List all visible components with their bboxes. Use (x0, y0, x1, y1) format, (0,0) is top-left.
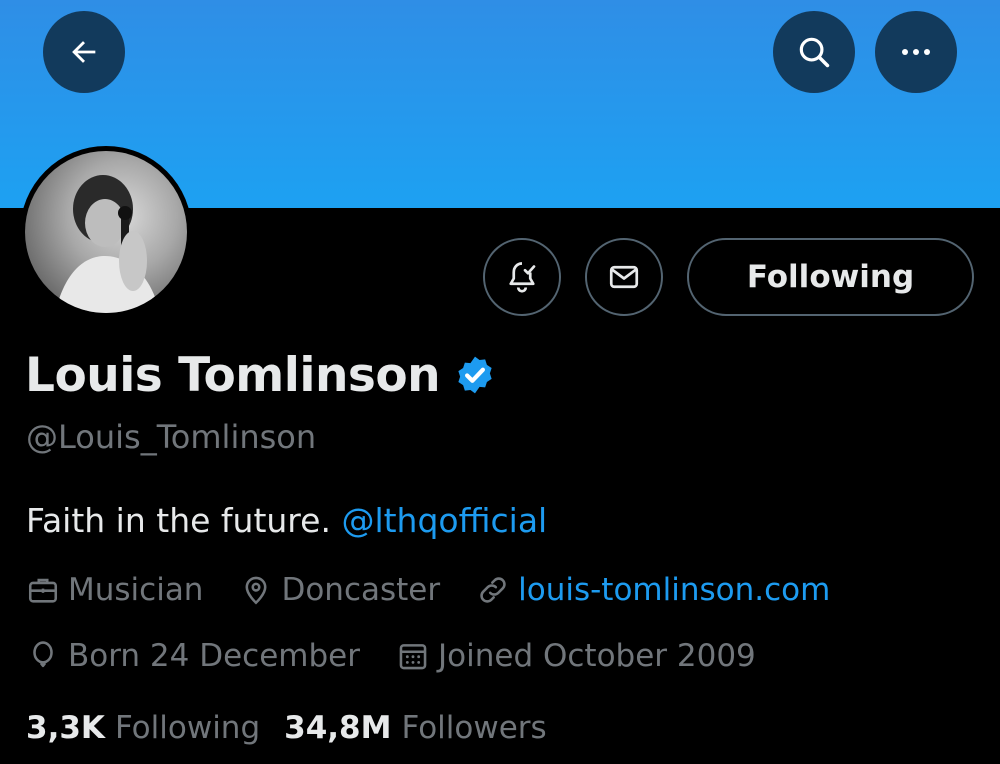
occupation-item: Musician (26, 572, 203, 608)
birthday-item: Born 24 December (26, 638, 360, 674)
location-pin-icon (245, 576, 267, 605)
calendar-icon (399, 644, 427, 670)
avatar-photo (25, 151, 187, 313)
message-button[interactable] (585, 238, 663, 316)
avatar-silhouette (55, 175, 160, 313)
verified-badge-icon[interactable] (454, 354, 496, 396)
avatar[interactable] (20, 146, 192, 318)
briefcase-icon (28, 578, 58, 603)
user-handle: @Louis_Tomlinson (26, 418, 317, 456)
website-link[interactable]: louis-tomlinson.com (518, 572, 830, 608)
balloon-icon (33, 641, 53, 668)
search-icon (799, 37, 830, 68)
name-row: Louis Tomlinson (25, 343, 496, 407)
link-icon (480, 577, 506, 603)
location-text: Doncaster (281, 572, 441, 608)
location-item: Doncaster (239, 572, 440, 608)
following-stat[interactable]: 3,3K Following (26, 710, 260, 746)
arrow-left-icon (72, 41, 96, 63)
notifications-button[interactable] (483, 238, 561, 316)
followers-label: Followers (401, 710, 547, 746)
profile-meta-row: Musician Doncaster louis-tomlinson.com (26, 572, 866, 608)
more-horizontal-icon (902, 49, 930, 55)
envelope-icon (609, 265, 639, 289)
occupation-text: Musician (68, 572, 204, 608)
joined-text: Joined October 2009 (438, 638, 756, 674)
joined-item: Joined October 2009 (396, 638, 756, 674)
birthday-text: Born 24 December (68, 638, 360, 674)
back-button[interactable] (43, 11, 125, 93)
profile-meta-row-2: Born 24 December Joined October 2009 (26, 638, 792, 674)
followers-count: 34,8M (284, 710, 392, 746)
following-button[interactable]: Following (687, 238, 974, 316)
more-button[interactable] (875, 11, 957, 93)
bell-check-icon (509, 262, 536, 293)
bio-mention-link[interactable]: @lthqofficial (341, 501, 547, 540)
display-name: Louis Tomlinson (25, 347, 441, 403)
bio-text: Faith in the future. (26, 501, 331, 540)
following-label: Following (114, 710, 261, 746)
followers-stat[interactable]: 34,8M Followers (284, 710, 547, 746)
search-button[interactable] (773, 11, 855, 93)
following-count: 3,3K (26, 710, 105, 746)
website-item[interactable]: louis-tomlinson.com (476, 572, 830, 608)
bio: Faith in the future. @lthqofficial (26, 501, 547, 540)
profile-stats: 3,3K Following 34,8M Followers (26, 710, 571, 746)
